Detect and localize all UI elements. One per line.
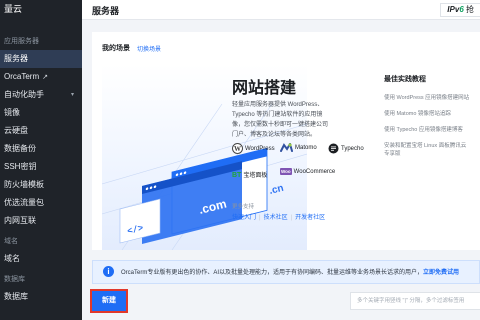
app-woocommerce[interactable]: Woo WooCommerce — [280, 168, 335, 175]
sidebar-group-database: 数据库 — [4, 276, 25, 283]
sidebar-item-ssh-key[interactable]: SSH密钥 — [0, 158, 82, 176]
more-support-label: 更多支持 — [232, 204, 255, 210]
link-quick-start[interactable]: 快速入门 — [232, 215, 256, 221]
best-practice-link-matomo[interactable]: 使用 Matomo 镜像搭站追踪 — [384, 109, 451, 117]
scene-card: 我的场景 切换场景 .com .cn </> 网站搭建 轻量应用服务器提供 Wo… — [92, 32, 480, 251]
page-title: 服务器 — [92, 6, 120, 16]
sidebar-group-domain: 域名 — [4, 238, 18, 245]
ipv6-promo-button[interactable]: IPv6 抢 — [440, 3, 480, 17]
external-link-icon: ↗ — [42, 74, 48, 81]
switch-scene-link[interactable]: 切换场景 — [137, 44, 161, 53]
svg-text:W: W — [234, 145, 241, 153]
link-dev-community[interactable]: 开发者社区 — [295, 215, 325, 221]
app-wordpress[interactable]: W WordPress — [232, 143, 275, 154]
top-header: 服务器 IPv6 抢 — [82, 0, 480, 20]
baota-icon: BT — [232, 171, 242, 179]
brand-logo: 量云 — [4, 4, 23, 14]
wordpress-icon: W — [232, 143, 243, 154]
new-button[interactable]: 新建 — [90, 289, 128, 313]
sidebar-item-backup[interactable]: 数据备份 — [0, 140, 82, 158]
sidebar-item-domain[interactable]: 域名 — [0, 250, 82, 268]
sidebar-item-traffic-pack[interactable]: 优选流量包 — [0, 194, 82, 212]
notice-text: OrcaTerm专业版有更出色的协作、AI以及批量处理能力，适用于有协同编码、批… — [121, 270, 460, 276]
sidebar: 量云 应用服务器 服务器 OrcaTerm ↗ 自动化助手 ▾ 镜像 云硬盘 数据备… — [0, 0, 82, 320]
free-trial-link[interactable]: 立即免费试用 — [423, 270, 459, 276]
scene-title: 我的场景 — [102, 45, 130, 52]
woocommerce-icon: Woo — [280, 168, 292, 175]
link-separator: | — [259, 215, 261, 221]
search-input[interactable]: 多个关键字用竖线 "|" 分隔，多个过滤标签用 — [350, 292, 480, 310]
sidebar-item-intranet[interactable]: 内网互联 — [0, 212, 82, 230]
support-links: 快速入门 | 技术社区 | 开发者社区 — [232, 212, 325, 221]
link-tech-community[interactable]: 技术社区 — [264, 215, 288, 221]
link-separator: | — [290, 215, 293, 221]
matomo-icon — [280, 143, 293, 152]
info-icon: i — [103, 266, 114, 277]
sidebar-group-app-server: 应用服务器 — [4, 38, 39, 45]
ipv6-logo: IPv6 — [447, 5, 464, 14]
orcaterm-notice: i OrcaTerm专业版有更出色的协作、AI以及批量处理能力，适用于有协同编码… — [92, 260, 480, 284]
sidebar-item-server[interactable]: 服务器 — [0, 50, 82, 68]
app-matomo[interactable]: Matomo — [280, 143, 317, 152]
best-practice-link-baota[interactable]: 安装和配置宝塔 Linux 面板腾讯云 — [384, 141, 466, 149]
scene-description: 轻量应用服务器提供 WordPress、Typecho 等热门建站软件的应用镜像… — [232, 102, 329, 138]
chevron-down-icon: ▾ — [70, 92, 74, 98]
best-practice-title: 最佳实践教程 — [384, 76, 426, 83]
sidebar-item-cloud-disk[interactable]: 云硬盘 — [0, 122, 82, 140]
best-practice-link-baota-cont[interactable]: 专享版 — [384, 149, 401, 157]
sidebar-item-database[interactable]: 数据库 — [0, 288, 82, 306]
scene-heading: 网站搭建 — [232, 80, 297, 97]
best-practice-link-wordpress[interactable]: 使用 WordPress 应用镜像搭建网站 — [384, 93, 469, 101]
sidebar-item-image[interactable]: 镜像 — [0, 104, 82, 122]
sidebar-item-firewall[interactable]: 防火墙模板 — [0, 176, 82, 194]
app-typecho[interactable]: Typecho — [328, 143, 364, 154]
typecho-icon — [328, 143, 339, 154]
illustration-cn-text: .cn — [268, 183, 285, 197]
sidebar-item-orcaterm[interactable]: OrcaTerm ↗ — [0, 68, 82, 86]
sidebar-item-automation[interactable]: 自动化助手 ▾ — [0, 86, 82, 104]
best-practice-link-typecho[interactable]: 使用 Typecho 应用镜像搭建博客 — [384, 125, 463, 133]
app-baota[interactable]: BT 宝塔面板 — [232, 170, 267, 179]
